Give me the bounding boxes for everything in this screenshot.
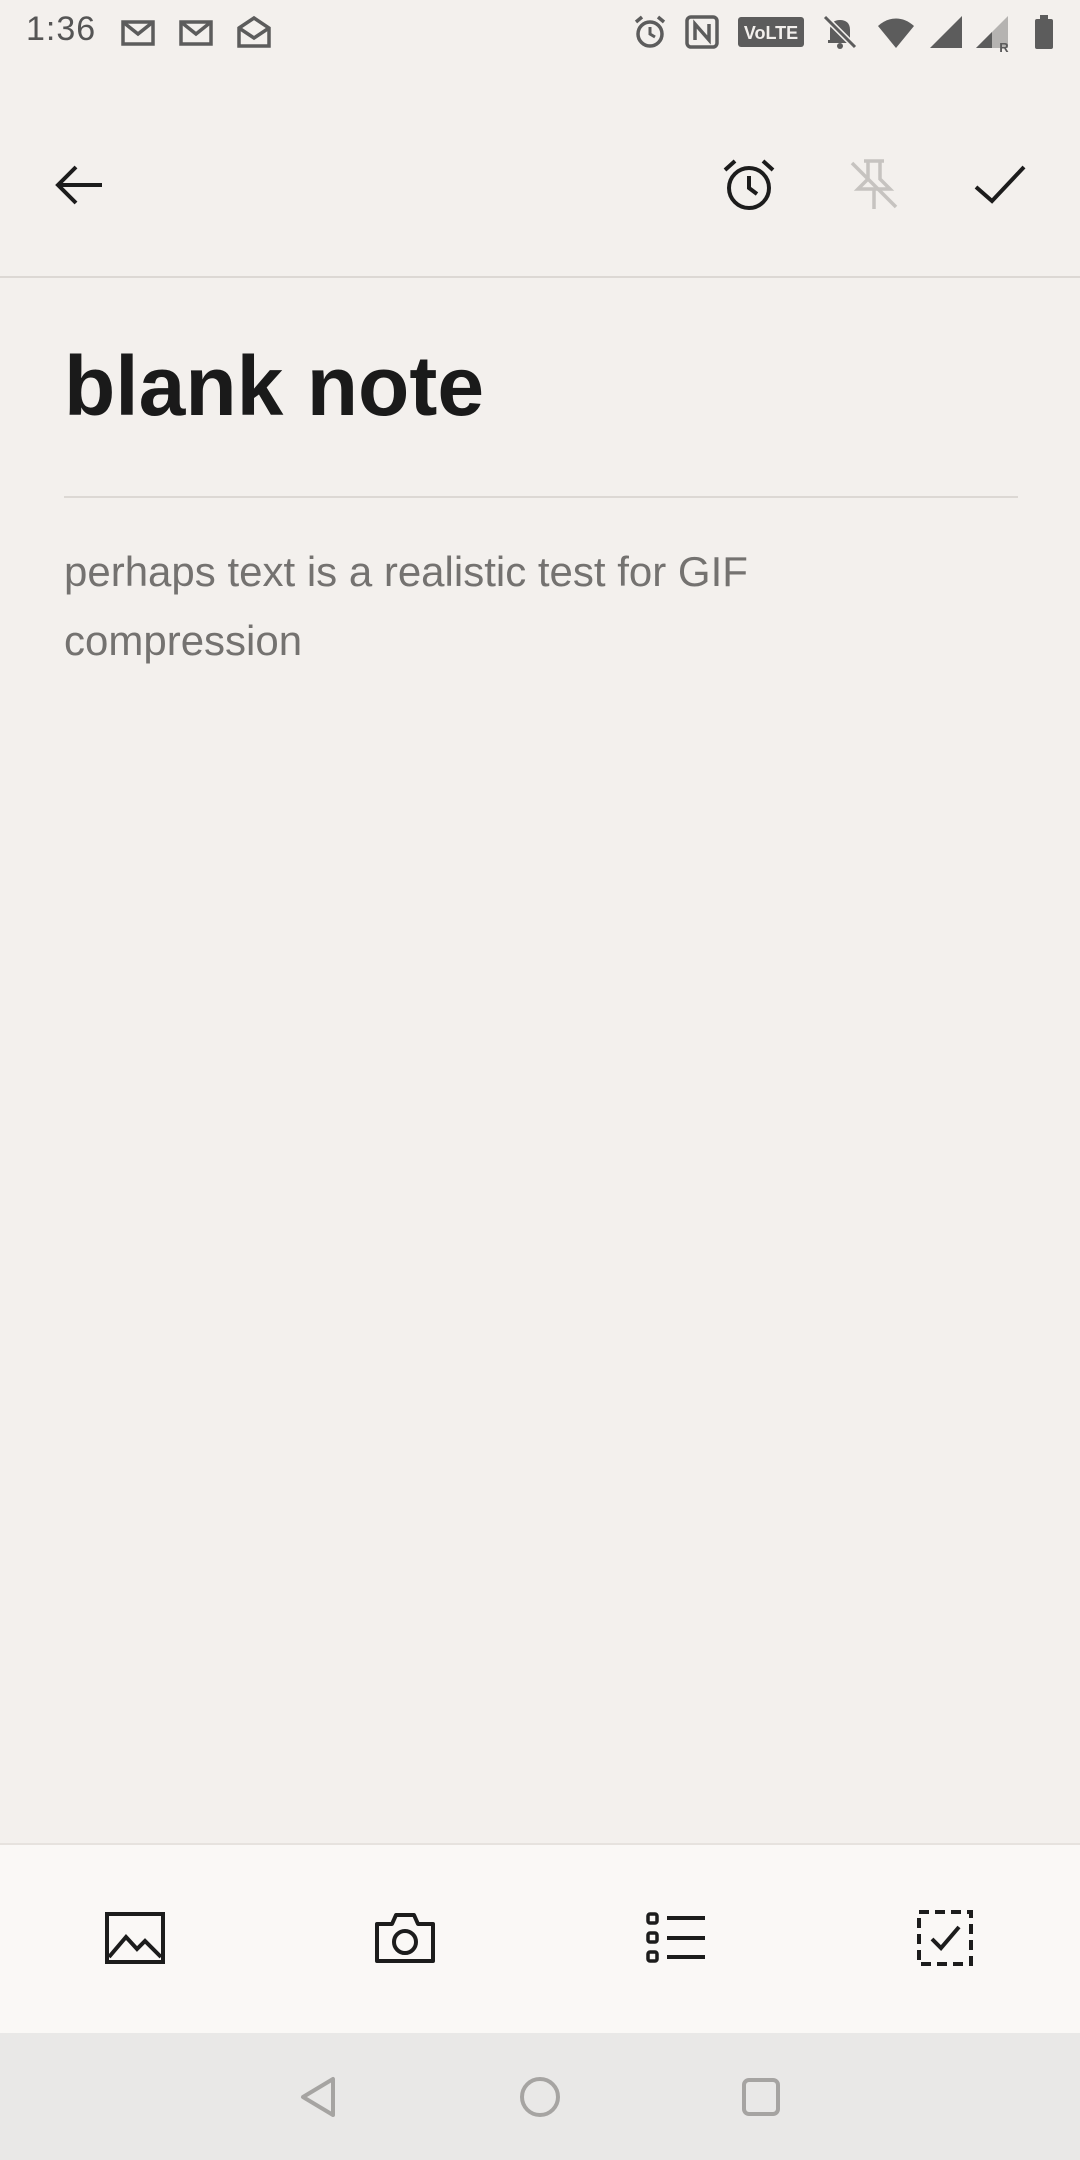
- signal-roaming-icon: R: [976, 16, 1009, 52]
- pin-button[interactable]: [826, 137, 922, 233]
- status-bar: 1:36 VoLTE R: [0, 0, 1080, 64]
- bottom-toolbar: [0, 1843, 1080, 2035]
- checkbox-list-button[interactable]: [897, 1890, 993, 1986]
- reminder-button[interactable]: [701, 137, 797, 233]
- nav-home-icon: [520, 2077, 560, 2117]
- mail-open-icon: [237, 15, 271, 48]
- battery-icon: [1035, 15, 1053, 49]
- checkbox-icon: [917, 1910, 973, 1966]
- title-divider: [64, 496, 1018, 498]
- svg-text:VoLTE: VoLTE: [744, 23, 798, 43]
- bulleted-list-icon: [646, 1912, 705, 1963]
- checkmark-icon: [974, 165, 1026, 204]
- note-title[interactable]: blank note: [64, 338, 484, 435]
- nav-recents-icon: [742, 2078, 780, 2116]
- image-icon: [105, 1912, 165, 1964]
- gmail-icon: [179, 20, 213, 46]
- top-app-bar: [0, 64, 1080, 278]
- volte-icon: VoLTE: [738, 17, 804, 47]
- nav-back-button[interactable]: [283, 2061, 355, 2133]
- pin-off-icon: [850, 159, 898, 209]
- notifications-off-icon: [822, 14, 858, 50]
- nav-recents-button[interactable]: [725, 2061, 797, 2133]
- nav-back-icon: [301, 2077, 335, 2117]
- camera-icon: [375, 1913, 435, 1963]
- alarm-icon: [634, 15, 666, 48]
- done-button[interactable]: [952, 137, 1048, 233]
- status-time: 1:36: [26, 10, 97, 48]
- arrow-back-icon: [55, 165, 102, 205]
- back-button[interactable]: [32, 137, 128, 233]
- nfc-icon: [685, 15, 719, 49]
- nav-home-button[interactable]: [504, 2061, 576, 2133]
- wifi-icon: [878, 18, 914, 48]
- system-nav-bar: [0, 2033, 1080, 2160]
- insert-image-button[interactable]: [87, 1890, 183, 1986]
- bulleted-list-button[interactable]: [628, 1890, 724, 1986]
- svg-text:R: R: [999, 40, 1009, 52]
- signal-icon: [930, 16, 962, 48]
- gmail-icon: [121, 20, 155, 46]
- camera-button[interactable]: [357, 1890, 453, 1986]
- note-body[interactable]: perhaps text is a realistic test for GIF…: [64, 537, 944, 675]
- alarm-clock-icon: [723, 159, 775, 210]
